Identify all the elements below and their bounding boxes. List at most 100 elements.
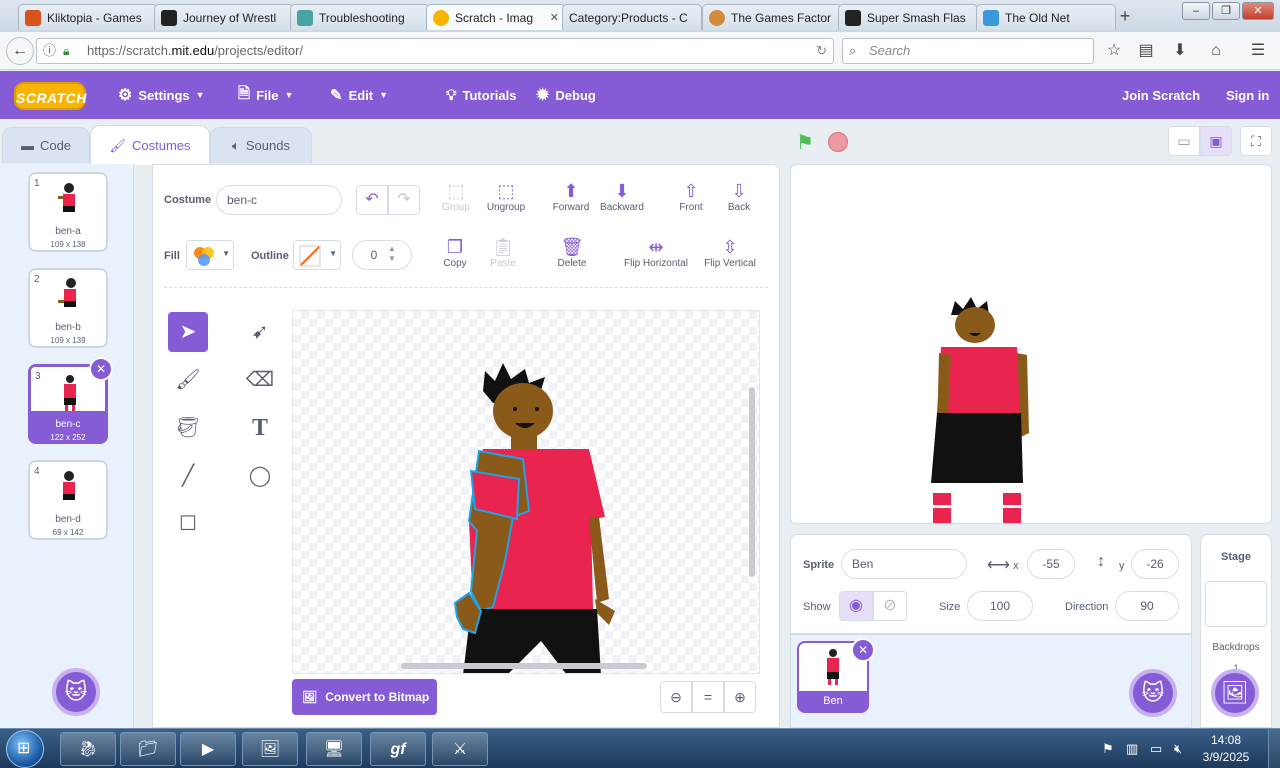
- home-icon[interactable]: ⌂: [1202, 38, 1230, 64]
- browser-tab-scratch[interactable]: Scratch - Imag ✕: [426, 4, 566, 30]
- clock-date[interactable]: 3/9/2025: [1196, 750, 1256, 764]
- back-button[interactable]: ⇩ Back: [709, 180, 769, 213]
- fill-color-picker[interactable]: ▼: [186, 240, 234, 270]
- browser-tab-category[interactable]: Category:Products - C: [562, 4, 702, 30]
- tutorials-button[interactable]: 💡︎ Tutorials: [446, 71, 516, 119]
- flip-vertical-button[interactable]: ⇳ Flip Vertical: [698, 236, 762, 269]
- reading-list-icon[interactable]: ▤: [1132, 38, 1160, 64]
- convert-to-bitmap-button[interactable]: 🖼︎ Convert to Bitmap: [292, 679, 437, 715]
- vertical-scrollbar[interactable]: [749, 387, 755, 577]
- choose-costume-button[interactable]: 🐱︎: [52, 668, 100, 716]
- choose-sprite-button[interactable]: 🐱︎: [1129, 669, 1177, 717]
- menu-hamburger-icon[interactable]: ☰: [1244, 38, 1272, 64]
- costume-tile-ben-b[interactable]: 2 ben-b 109 x 139: [28, 268, 108, 348]
- outline-width-input[interactable]: 0: [352, 240, 412, 270]
- edit-menu[interactable]: ✎ Edit ▼: [330, 71, 388, 119]
- delete-sprite-button[interactable]: ✕: [851, 638, 875, 662]
- taskbar-explorer[interactable]: 📁︎: [120, 732, 176, 766]
- show-desktop-button[interactable]: [1268, 729, 1280, 768]
- x-position-input[interactable]: -55: [1027, 549, 1075, 579]
- clock-time[interactable]: 14:08: [1196, 733, 1256, 747]
- volume-muted-icon[interactable]: 🔇︎: [1174, 741, 1182, 757]
- sprite-name-input[interactable]: Ben: [841, 549, 967, 579]
- brush-tool[interactable]: 🖌︎: [168, 360, 208, 400]
- stage-selector-panel[interactable]: Stage Backdrops 1 🖼︎: [1200, 534, 1272, 728]
- fullscreen-button[interactable]: ⛶: [1240, 126, 1272, 156]
- taskbar-app-7[interactable]: ⚔: [432, 732, 488, 766]
- download-icon[interactable]: ⬇: [1166, 38, 1194, 64]
- minimize-button[interactable]: –: [1182, 2, 1210, 20]
- start-button[interactable]: ⊞: [6, 730, 44, 768]
- choose-backdrop-button[interactable]: 🖼︎: [1211, 669, 1259, 717]
- zoom-reset-button[interactable]: =: [692, 681, 724, 713]
- browser-tab-smash-flash[interactable]: Super Smash Flas: [838, 4, 978, 30]
- browser-tab-old-net[interactable]: The Old Net: [976, 4, 1116, 30]
- bookmark-star-icon[interactable]: ☆: [1100, 38, 1128, 64]
- info-icon[interactable]: ⓘ: [43, 39, 56, 63]
- sign-in-link[interactable]: Sign in: [1226, 71, 1269, 119]
- ungroup-button[interactable]: ⬚ Ungroup: [476, 180, 536, 213]
- paint-canvas[interactable]: [292, 310, 760, 674]
- redo-button[interactable]: ↷: [388, 185, 420, 215]
- display-icon[interactable]: ▭: [1150, 741, 1162, 757]
- small-stage-button[interactable]: ▭: [1168, 126, 1200, 156]
- browser-tab-troubleshooting[interactable]: Troubleshooting: [290, 4, 430, 30]
- size-input[interactable]: 100: [967, 591, 1033, 621]
- costume-tile-ben-a[interactable]: 1 ben-a 109 x 138: [28, 172, 108, 252]
- horizontal-scrollbar[interactable]: [401, 663, 647, 669]
- fill-tool[interactable]: 🪣︎: [168, 408, 208, 448]
- stage-thumbnail[interactable]: [1205, 581, 1267, 627]
- backward-button[interactable]: ⬇ Backward: [592, 180, 652, 213]
- hide-sprite-button[interactable]: ⊘: [873, 591, 907, 621]
- file-menu[interactable]: 🗎︎ File ▼: [238, 71, 293, 119]
- green-flag-icon[interactable]: ⚑: [796, 130, 814, 155]
- reshape-tool[interactable]: ➹: [240, 312, 280, 352]
- taskbar-app-1[interactable]: 🐉︎: [60, 732, 116, 766]
- paste-button[interactable]: 📋︎ Paste: [473, 236, 533, 269]
- settings-menu[interactable]: ⚙ Settings ▼: [118, 71, 205, 119]
- circle-tool[interactable]: ◯: [240, 456, 280, 496]
- tab-costumes[interactable]: 🖌︎ Costumes: [90, 125, 210, 165]
- delete-button[interactable]: 🗑︎ Delete: [542, 236, 602, 269]
- browser-tab-kliktopia[interactable]: Kliktopia - Games: [18, 4, 158, 30]
- close-window-button[interactable]: ✕: [1242, 2, 1274, 20]
- select-tool[interactable]: ➤: [168, 312, 208, 352]
- y-position-input[interactable]: -26: [1131, 549, 1179, 579]
- url-bar[interactable]: ⓘ 🔒︎ https://scratch.mit.edu/projects/ed…: [36, 38, 834, 64]
- browser-search-input[interactable]: ⌕ Search: [842, 38, 1094, 64]
- stepper-arrows-icon[interactable]: ▲ ▼: [388, 244, 396, 264]
- outline-color-picker[interactable]: ▼: [293, 240, 341, 270]
- tab-code[interactable]: ▬ Code: [2, 127, 90, 163]
- browser-tab-games-factory[interactable]: The Games Factor: [702, 4, 842, 30]
- costume-name-input[interactable]: ben-c: [216, 185, 342, 215]
- large-stage-button[interactable]: ▣: [1200, 126, 1232, 156]
- maximize-button[interactable]: ❐: [1212, 2, 1240, 20]
- flip-horizontal-button[interactable]: ⇹ Flip Horizontal: [614, 236, 698, 269]
- zoom-in-button[interactable]: ⊕: [724, 681, 756, 713]
- action-center-icon[interactable]: ⚑: [1102, 741, 1114, 757]
- stop-icon[interactable]: [828, 132, 848, 152]
- eraser-tool[interactable]: ⌫: [240, 360, 280, 400]
- reload-icon[interactable]: ↻: [816, 39, 827, 63]
- taskbar-media-player[interactable]: ▶: [180, 732, 236, 766]
- show-sprite-button[interactable]: ◉: [839, 591, 873, 621]
- close-tab-icon[interactable]: ✕: [550, 11, 559, 24]
- taskbar-app-6[interactable]: gf: [370, 732, 426, 766]
- join-scratch-link[interactable]: Join Scratch: [1122, 71, 1200, 119]
- delete-costume-button[interactable]: ✕: [89, 357, 113, 381]
- costume-tile-ben-d[interactable]: 4 ben-d 69 x 142: [28, 460, 108, 540]
- taskbar-app-5[interactable]: 🖥︎: [306, 732, 362, 766]
- new-tab-button[interactable]: +: [1114, 5, 1136, 27]
- undo-button[interactable]: ↶: [356, 185, 388, 215]
- scratch-logo[interactable]: SCRATCH: [14, 82, 86, 110]
- line-tool[interactable]: ╱: [168, 456, 208, 496]
- text-tool[interactable]: T: [240, 408, 280, 448]
- debug-button[interactable]: ✹ Debug: [536, 71, 596, 119]
- zoom-out-button[interactable]: ⊖: [660, 681, 692, 713]
- stage-canvas[interactable]: [790, 164, 1272, 524]
- taskbar-app-4[interactable]: 🖼︎: [242, 732, 298, 766]
- browser-tab-journey[interactable]: Journey of Wrestl: [154, 4, 294, 30]
- direction-input[interactable]: 90: [1115, 591, 1179, 621]
- back-arrow-icon[interactable]: ←: [6, 37, 34, 65]
- rectangle-tool[interactable]: ☐: [168, 504, 208, 544]
